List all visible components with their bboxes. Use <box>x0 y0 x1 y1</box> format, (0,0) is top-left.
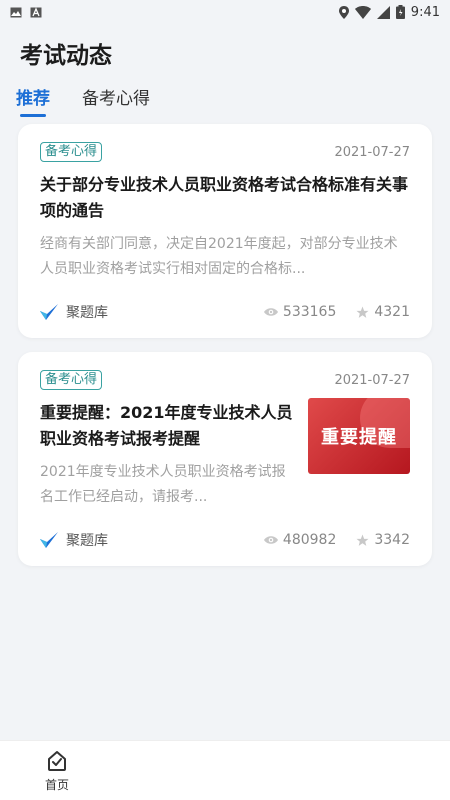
card-body: 重要提醒：2021年度专业技术人员职业资格考试报考提醒 2021年度专业技术人员… <box>40 392 410 510</box>
star-icon <box>356 534 369 546</box>
image-icon <box>10 7 22 17</box>
thumbnail-text: 重要提醒 <box>321 427 397 448</box>
brand-logo-icon <box>40 532 58 548</box>
publish-date: 2021-07-27 <box>334 144 410 160</box>
card-header: 备考心得 2021-07-27 <box>40 368 410 392</box>
article-summary: 经商有关部门同意，决定自2021年度起，对部分专业技术人员职业资格考试实行相对固… <box>40 236 398 277</box>
status-left <box>10 6 42 18</box>
view-count-value: 533165 <box>282 304 337 320</box>
signal-icon <box>376 5 390 19</box>
article-card-2[interactable]: 备考心得 2021-07-27 重要提醒：2021年度专业技术人员职业资格考试报… <box>18 352 432 566</box>
card-footer: 聚题库 533165 4321 <box>40 302 410 322</box>
publish-date: 2021-07-27 <box>334 372 410 388</box>
bottom-nav: 首页 <box>0 740 450 800</box>
star-icon <box>356 306 369 318</box>
status-bar: 9:41 <box>0 0 450 24</box>
card-stats: 480982 3342 <box>263 532 410 548</box>
brand-name: 聚题库 <box>66 533 108 549</box>
status-time: 9:41 <box>410 4 440 20</box>
article-thumbnail: 重要提醒 <box>308 398 410 474</box>
eye-icon <box>263 308 278 316</box>
article-title: 关于部分专业技术人员职业资格考试合格标准有关事项的通告 <box>40 175 409 220</box>
star-count: 3342 <box>356 532 410 548</box>
star-count-value: 3342 <box>374 532 410 548</box>
a-box-icon <box>30 6 42 17</box>
view-count: 480982 <box>263 532 337 548</box>
category-tag: 备考心得 <box>40 370 103 390</box>
location-icon <box>338 5 349 19</box>
battery-icon <box>395 5 405 19</box>
card-header: 备考心得 2021-07-27 <box>40 140 410 164</box>
card-body-text: 重要提醒：2021年度专业技术人员职业资格考试报考提醒 2021年度专业技术人员… <box>40 392 296 510</box>
brand-name: 聚题库 <box>66 305 108 321</box>
status-right: 9:41 <box>338 4 440 20</box>
brand-logo-icon <box>40 304 58 320</box>
view-count: 533165 <box>263 304 337 320</box>
tab-recommended[interactable]: 推荐 <box>16 84 50 117</box>
source-brand: 聚题库 <box>40 530 108 550</box>
nav-home[interactable]: 首页 <box>30 741 84 800</box>
nav-home-label: 首页 <box>44 777 69 792</box>
card-stats: 533165 4321 <box>263 304 410 320</box>
view-count-value: 480982 <box>282 532 337 548</box>
source-brand: 聚题库 <box>40 302 108 322</box>
tab-bar: 推荐 备考心得 <box>16 84 150 117</box>
eye-icon <box>263 536 278 544</box>
star-count-value: 4321 <box>374 304 410 320</box>
article-card-1[interactable]: 备考心得 2021-07-27 关于部分专业技术人员职业资格考试合格标准有关事项… <box>18 124 432 338</box>
card-footer: 聚题库 480982 3342 <box>40 530 410 550</box>
tab-exam-prep-tips[interactable]: 备考心得 <box>82 84 150 117</box>
page-title: 考试动态 <box>20 43 112 69</box>
category-tag: 备考心得 <box>40 142 103 162</box>
article-title: 重要提醒：2021年度专业技术人员职业资格考试报考提醒 <box>40 403 293 448</box>
home-check-icon <box>48 750 66 771</box>
article-summary: 2021年度专业技术人员职业资格考试报名工作已经启动，请报考... <box>40 464 286 505</box>
wifi-icon <box>354 5 371 19</box>
star-count: 4321 <box>356 304 410 320</box>
